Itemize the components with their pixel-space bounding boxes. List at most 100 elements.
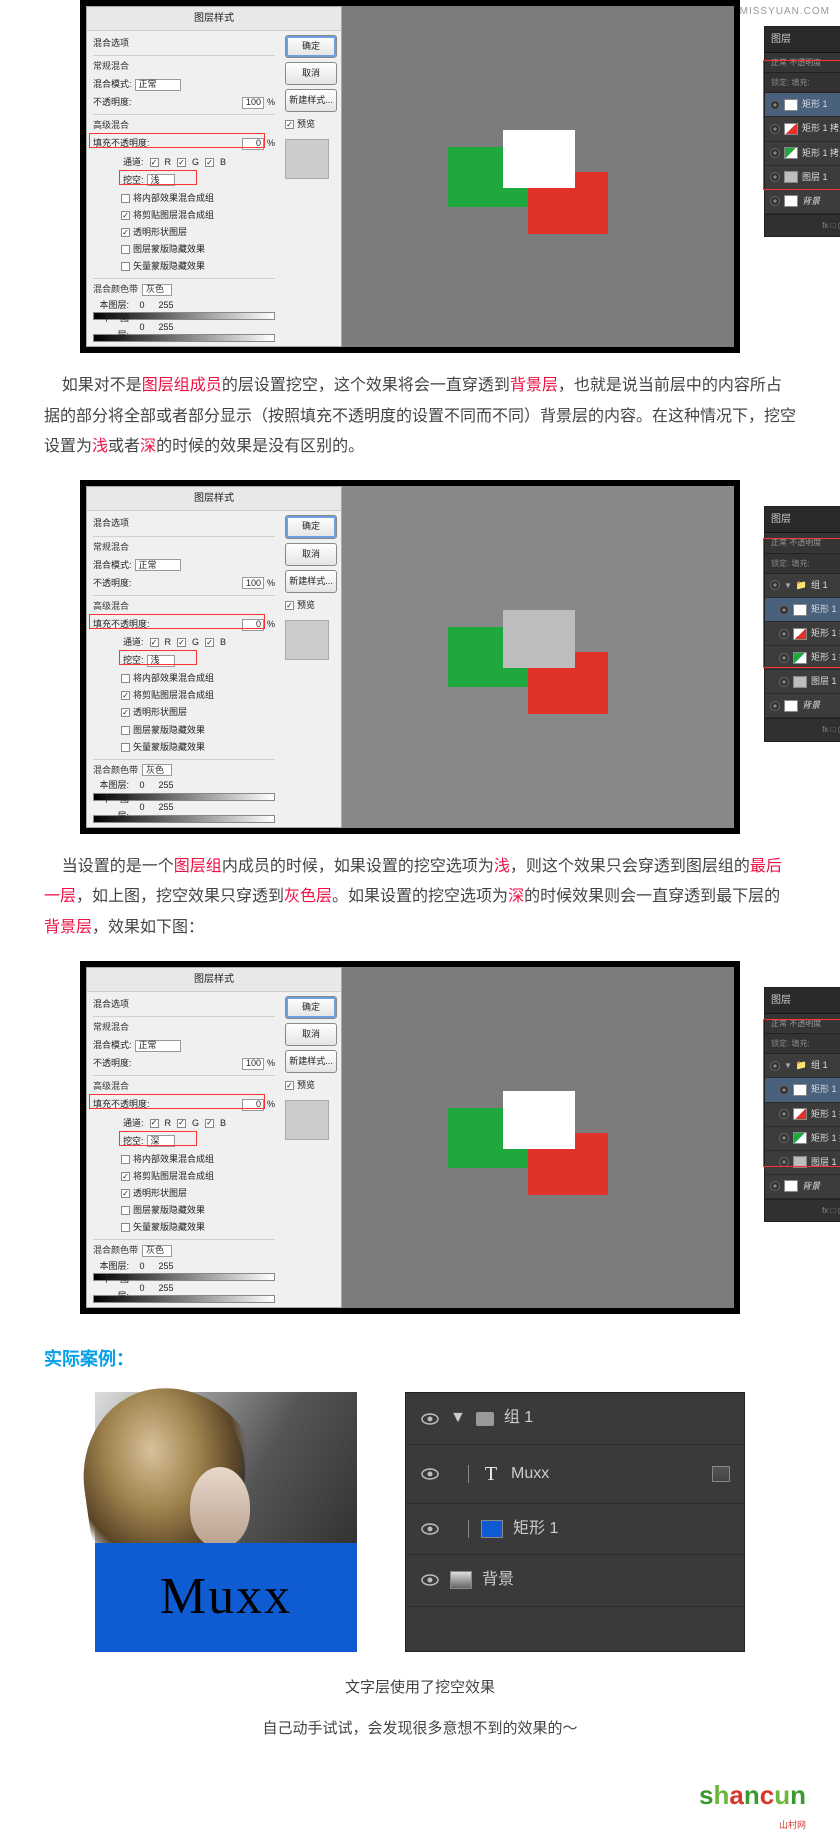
channel-r-check[interactable]: ✓ [150, 638, 159, 647]
layer-thumb [793, 1084, 807, 1096]
blend-if-select[interactable]: 灰色 [142, 284, 172, 296]
eye-icon[interactable] [779, 653, 789, 663]
blend-mode-select[interactable]: 正常 [135, 559, 181, 571]
eye-icon[interactable] [779, 605, 789, 615]
cb1-check[interactable] [121, 1155, 130, 1164]
cb3-check[interactable]: ✓ [121, 228, 130, 237]
eye-icon[interactable] [770, 124, 780, 134]
layer-row-rect1c2[interactable]: 矩形 1 拷贝 2 [765, 622, 840, 646]
eye-icon[interactable] [770, 196, 780, 206]
blend-if-select[interactable]: 灰色 [142, 1245, 172, 1257]
cb3-check[interactable]: ✓ [121, 708, 130, 717]
cb4-label: 图层蒙版隐藏效果 [133, 241, 205, 258]
layer-row-layer1[interactable]: 图层 1 [765, 1151, 840, 1175]
preview-check[interactable]: ✓ [285, 120, 294, 129]
cb4-check[interactable] [121, 726, 130, 735]
layer-row-rect1c[interactable]: 矩形 1 拷贝 [765, 142, 840, 166]
new-style-button[interactable]: 新建样式... [285, 89, 337, 112]
layer-row-rect1[interactable]: 矩形 1▦ [765, 93, 840, 117]
eye-icon[interactable] [420, 1465, 440, 1483]
layer-row-bg[interactable]: 背景🔒 [765, 694, 840, 718]
el-row-rect[interactable]: 矩形 1 [406, 1504, 744, 1555]
knockout-select[interactable]: 浅 [147, 655, 175, 667]
cb2-check[interactable]: ✓ [121, 1172, 130, 1181]
knockout-select[interactable]: 深 [147, 1135, 175, 1147]
layer-row-bg[interactable]: 背景🔒 [765, 1175, 840, 1199]
blend-mode-select[interactable]: 正常 [135, 1040, 181, 1052]
cancel-button[interactable]: 取消 [285, 62, 337, 85]
cb5-check[interactable] [121, 262, 130, 271]
blend-mode-select[interactable]: 正常 [135, 79, 181, 91]
el-row-group[interactable]: ▼ 组 1 [406, 1393, 744, 1444]
layer-row-layer1[interactable]: 图层 1 [765, 166, 840, 190]
new-style-button[interactable]: 新建样式... [285, 570, 337, 593]
layer-row-rect1c2[interactable]: 矩形 1 拷贝 2 [765, 117, 840, 141]
layer-row-rect1c2[interactable]: 矩形 1 拷贝 2 [765, 1103, 840, 1127]
eye-icon[interactable] [779, 1109, 789, 1119]
eye-icon[interactable] [779, 677, 789, 687]
eye-icon[interactable] [770, 580, 780, 590]
layer-row-group[interactable]: ▼📁组 1 [765, 1054, 840, 1078]
ok-button[interactable]: 确定 [285, 996, 337, 1019]
eye-icon[interactable] [779, 629, 789, 639]
preview-check[interactable]: ✓ [285, 601, 294, 610]
cancel-button[interactable]: 取消 [285, 1023, 337, 1046]
layer-row-rect1[interactable]: 矩形 1▦ [765, 1078, 840, 1102]
eye-icon[interactable] [420, 1571, 440, 1589]
eye-icon[interactable] [770, 148, 780, 158]
channel-b-check[interactable]: ✓ [205, 1119, 214, 1128]
opacity-value[interactable]: 100 [242, 1058, 264, 1070]
el-row-text[interactable]: T Muxx [406, 1445, 744, 1504]
eye-icon[interactable] [420, 1520, 440, 1538]
new-style-button[interactable]: 新建样式... [285, 1050, 337, 1073]
layer-row-rect1[interactable]: 矩形 1▦ [765, 598, 840, 622]
arrow-icon[interactable]: ▼ [784, 578, 792, 593]
fill-opacity-value[interactable]: 0 [242, 1099, 264, 1111]
cancel-button[interactable]: 取消 [285, 543, 337, 566]
channel-g-check[interactable]: ✓ [177, 1119, 186, 1128]
arrow-icon[interactable]: ▼ [784, 1058, 792, 1073]
eye-icon[interactable] [770, 701, 780, 711]
eye-icon[interactable] [770, 172, 780, 182]
cb1-check[interactable] [121, 674, 130, 683]
eye-icon[interactable] [770, 100, 780, 110]
channel-r-check[interactable]: ✓ [150, 1119, 159, 1128]
layer-row-bg[interactable]: 背景🔒 [765, 190, 840, 214]
channel-g-check[interactable]: ✓ [177, 158, 186, 167]
eye-icon[interactable] [770, 1061, 780, 1071]
layer-row-rect1c[interactable]: 矩形 1 拷贝 [765, 1127, 840, 1151]
channel-g-check[interactable]: ✓ [177, 638, 186, 647]
channel-r-check[interactable]: ✓ [150, 158, 159, 167]
channel-b-check[interactable]: ✓ [205, 158, 214, 167]
cb2-check[interactable]: ✓ [121, 211, 130, 220]
paragraph-2: 当设置的是一个图层组内成员的时候，如果设置的挖空选项为浅，则这个效果只会穿透到图… [20, 852, 820, 943]
fill-opacity-value[interactable]: 0 [242, 619, 264, 631]
eye-icon[interactable] [420, 1410, 440, 1428]
cb4-check[interactable] [121, 1206, 130, 1215]
arrow-icon[interactable]: ▼ [450, 1403, 466, 1433]
layer-row-group[interactable]: ▼📁组 1 [765, 574, 840, 598]
opacity-value[interactable]: 100 [242, 577, 264, 589]
layer-row-layer1[interactable]: 图层 1 [765, 670, 840, 694]
cb2-check[interactable]: ✓ [121, 691, 130, 700]
layer-thumb [793, 676, 807, 688]
ok-button[interactable]: 确定 [285, 35, 337, 58]
fill-opacity-value[interactable]: 0 [242, 138, 264, 150]
opacity-value[interactable]: 100 [242, 97, 264, 109]
cb5-check[interactable] [121, 743, 130, 752]
cb4-check[interactable] [121, 245, 130, 254]
eye-icon[interactable] [770, 1181, 780, 1191]
channel-b-check[interactable]: ✓ [205, 638, 214, 647]
eye-icon[interactable] [779, 1085, 789, 1095]
ok-button[interactable]: 确定 [285, 515, 337, 538]
layer-row-rect1c[interactable]: 矩形 1 拷贝 [765, 646, 840, 670]
eye-icon[interactable] [779, 1133, 789, 1143]
preview-check[interactable]: ✓ [285, 1081, 294, 1090]
cb5-check[interactable] [121, 1223, 130, 1232]
el-row-bg[interactable]: 背景 [406, 1555, 744, 1606]
cb1-check[interactable] [121, 194, 130, 203]
cb3-check[interactable]: ✓ [121, 1189, 130, 1198]
knockout-select[interactable]: 浅 [147, 174, 175, 186]
blend-if-select[interactable]: 灰色 [142, 764, 172, 776]
eye-icon[interactable] [779, 1157, 789, 1167]
